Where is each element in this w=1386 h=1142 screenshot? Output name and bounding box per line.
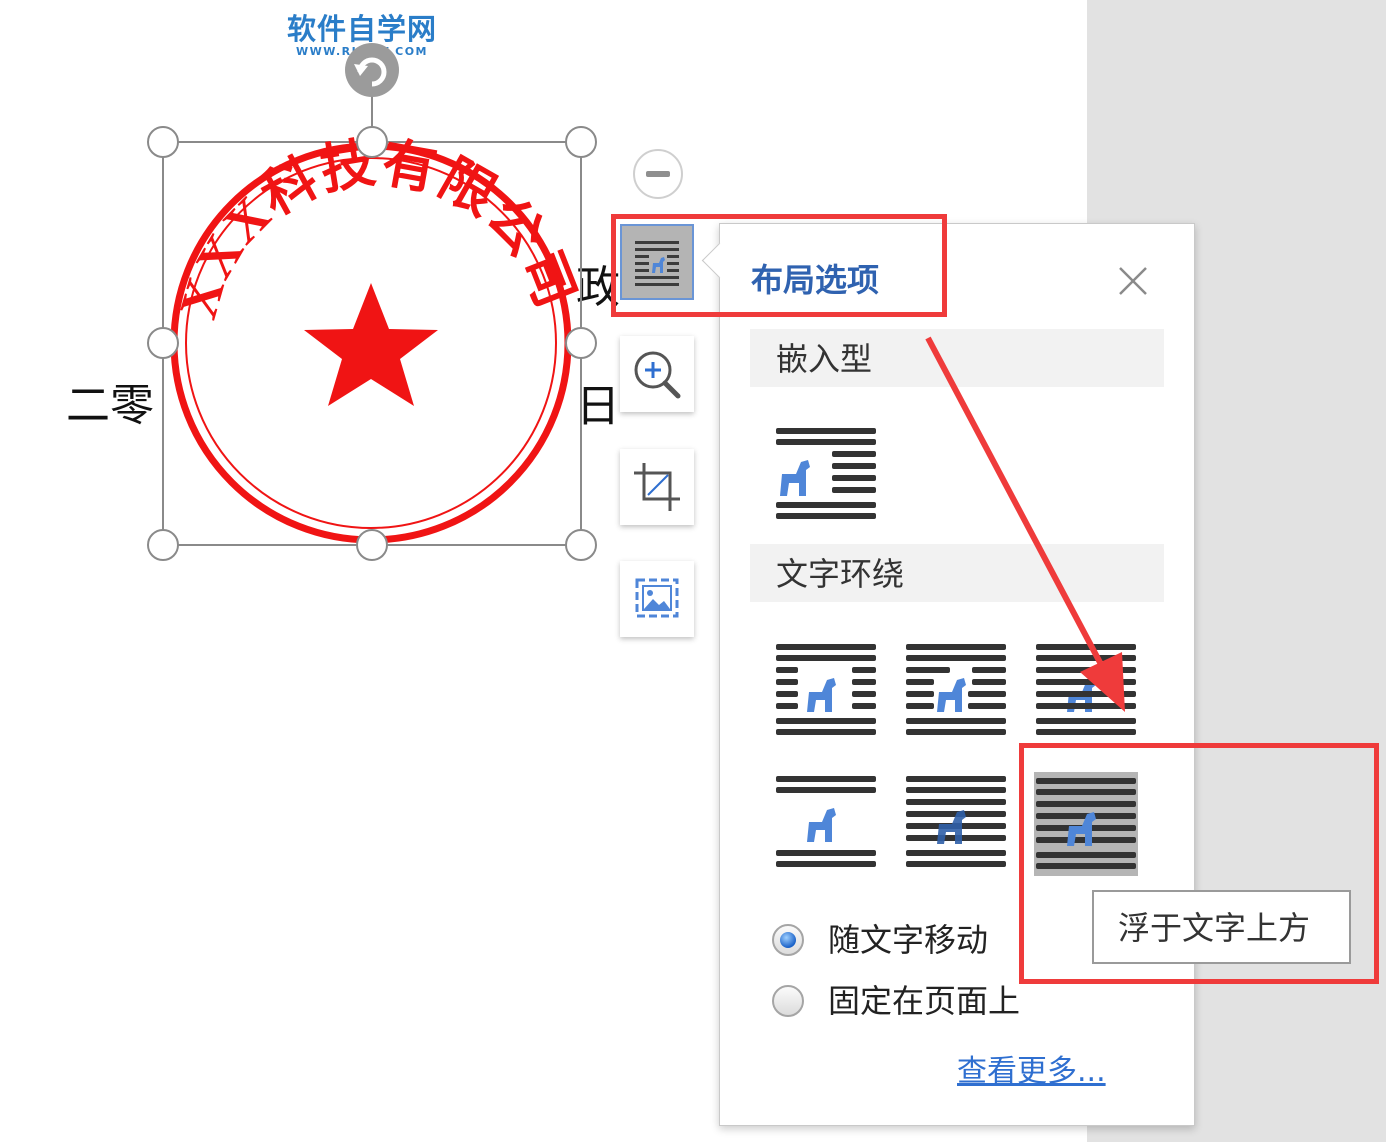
resize-handle-top-left[interactable] [147, 126, 179, 158]
company-seal: XXX科技有限公司 [168, 133, 587, 544]
section-text-wrapping-label: 文字环绕 [776, 555, 905, 593]
resize-handle-top[interactable] [356, 126, 388, 158]
collapse-icon[interactable] [630, 146, 686, 202]
wrap-behind-text-icon[interactable] [1034, 640, 1138, 740]
section-text-wrapping: 文字环绕 [750, 544, 1164, 602]
zoom-in-button[interactable] [620, 336, 694, 412]
change-picture-button[interactable] [620, 561, 694, 637]
radio-fix-on-page-button[interactable] [772, 985, 804, 1017]
zoom-in-icon [634, 351, 681, 399]
resize-handle-right[interactable] [565, 327, 597, 359]
resize-handle-left[interactable] [147, 327, 179, 359]
wrap-tight-icon[interactable] [904, 640, 1008, 740]
see-more-link[interactable]: 查看更多... [957, 1053, 1106, 1091]
wrap-top-bottom-icon[interactable] [774, 772, 878, 872]
resize-handle-bottom-left[interactable] [147, 529, 179, 561]
radio-move-with-text-label: 随文字移动 [828, 921, 989, 959]
wrap-through-icon[interactable] [904, 772, 1008, 872]
rotate-handle[interactable] [345, 43, 399, 97]
radio-move-with-text-button[interactable] [772, 924, 804, 956]
resize-handle-bottom-right[interactable] [565, 529, 597, 561]
annotation-box-layout-button [611, 214, 947, 317]
annotation-box-selected-option [1019, 743, 1379, 984]
section-inline: 嵌入型 [750, 329, 1164, 387]
change-picture-icon [635, 578, 679, 618]
section-inline-label: 嵌入型 [776, 340, 873, 378]
inline-with-text-icon[interactable] [774, 424, 878, 524]
crop-button[interactable] [620, 449, 694, 525]
wrap-square-icon[interactable] [774, 640, 878, 740]
close-icon[interactable] [1114, 262, 1152, 300]
seal-star [304, 283, 438, 406]
resize-handle-top-right[interactable] [565, 126, 597, 158]
resize-handle-bottom[interactable] [356, 529, 388, 561]
seal-company-text: XXX科技有限公司 [168, 133, 587, 326]
radio-fix-on-page-label: 固定在页面上 [828, 982, 1021, 1020]
crop-icon [634, 463, 680, 511]
